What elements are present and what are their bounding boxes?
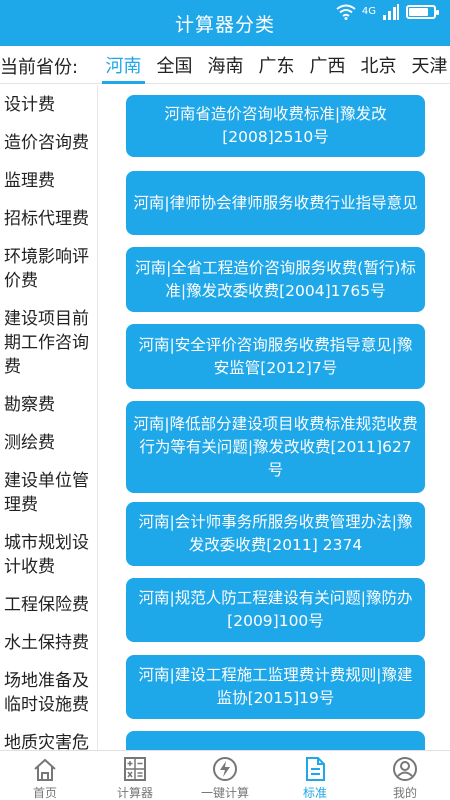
province-label: 当前省份: xyxy=(0,57,79,78)
bottom-nav: 首页 计算器 一键计算 标准 我的 xyxy=(0,750,450,800)
document-card[interactable]: 河南|安全评价咨询服务收费指导意见|豫安监管[2012]7号 xyxy=(126,324,425,389)
sidebar-item[interactable]: 测绘费 xyxy=(0,423,97,461)
province-tab[interactable]: 广西 xyxy=(302,46,353,84)
province-tab[interactable]: 河南 xyxy=(98,46,149,84)
sidebar-item[interactable]: 场地准备及临时设施费 xyxy=(0,661,97,723)
status-bar: 4G xyxy=(336,4,439,20)
province-tab[interactable]: 全国 xyxy=(149,46,200,84)
sidebar-item[interactable]: 工程保险费 xyxy=(0,585,97,623)
category-sidebar[interactable]: 设计费 造价咨询费 监理费 招标代理费 环境影响评价费 建设项目前期工作咨询费 勘察费 测绘费… xyxy=(0,85,98,750)
nav-label: 我的 xyxy=(392,786,417,800)
lightning-icon xyxy=(213,757,237,781)
sidebar-item[interactable]: 招标代理费 xyxy=(0,199,97,237)
document-card[interactable]: 河南|律师协会律师服务收费行业指导意见 xyxy=(126,171,425,235)
nav-label: 计算器 xyxy=(116,786,153,800)
calculator-icon xyxy=(124,757,146,781)
province-tab[interactable]: 海南 xyxy=(200,46,251,84)
home-icon xyxy=(34,758,56,781)
battery-icon xyxy=(406,5,439,19)
nav-label: 标准 xyxy=(302,786,327,800)
signal-icon xyxy=(383,4,399,20)
province-tabs: 河南 全国 海南 广东 广西 北京 天津 xyxy=(98,46,450,84)
province-tab[interactable]: 广东 xyxy=(251,46,302,84)
province-tab[interactable]: 天津 xyxy=(404,46,450,84)
sidebar-item[interactable]: 地质灾害危险性评估费 xyxy=(0,723,97,750)
document-list[interactable]: 河南省造价咨询收费标准|豫发改[2008]2510号 河南|律师协会律师服务收费行… xyxy=(99,85,450,750)
province-tab[interactable]: 北京 xyxy=(353,46,404,84)
sidebar-item[interactable]: 城市规划设计收费 xyxy=(0,523,97,585)
user-icon xyxy=(393,757,417,781)
nav-item[interactable]: 我的 xyxy=(360,751,450,800)
document-card[interactable]: 河南省造价咨询收费标准|豫发改[2008]2510号 xyxy=(126,95,425,157)
nav-label: 一键计算 xyxy=(200,786,249,800)
nav-item[interactable]: 标准 xyxy=(270,751,360,800)
province-bar: 当前省份: 河南 全国 海南 广东 广西 北京 天津 xyxy=(0,46,450,84)
document-card[interactable]: 河南|降低部分建设项目收费标准规范收费行为等有关问题|豫发改收费[2011]62… xyxy=(126,401,425,493)
document-card[interactable]: 河南|规范人防工程建设有关问题|豫防办[2009]100号 xyxy=(126,578,425,642)
sidebar-item[interactable]: 设计费 xyxy=(0,85,97,123)
title-bar: 计算器分类 4G xyxy=(0,0,450,46)
sidebar-item[interactable]: 水土保持费 xyxy=(0,623,97,661)
app-root: 计算器分类 4G 当前省份: 河南 全国 海南 广东 广西 北京 天津 设计费 造价咨询费 监理 xyxy=(0,0,450,800)
sidebar-item[interactable]: 造价咨询费 xyxy=(0,123,97,161)
sidebar-item[interactable]: 勘察费 xyxy=(0,385,97,423)
nav-item[interactable]: 首页 xyxy=(0,751,90,800)
wifi-icon xyxy=(336,4,356,20)
sidebar-item[interactable]: 建设单位管理费 xyxy=(0,461,97,523)
nav-item[interactable]: 计算器 xyxy=(90,751,180,800)
sidebar-item[interactable]: 环境影响评价费 xyxy=(0,237,97,299)
sidebar-item[interactable]: 建设项目前期工作咨询费 xyxy=(0,299,97,385)
nav-item[interactable]: 一键计算 xyxy=(180,751,270,800)
document-card[interactable]: 河南|全省工程造价咨询服务收费(暂行)标准|豫发改委收费[2004]1765号 xyxy=(126,247,425,312)
network-type: 4G xyxy=(361,6,376,17)
document-card[interactable]: 河南|建设工程施工监理费计费规则|豫建监协[2015]19号 xyxy=(126,655,425,719)
document-card[interactable] xyxy=(126,731,425,750)
document-icon xyxy=(306,757,325,781)
nav-label: 首页 xyxy=(32,786,57,800)
battery-level xyxy=(409,8,429,16)
document-card[interactable]: 河南|会计师事务所服务收费管理办法|豫发改委收费[2011] 2374 xyxy=(126,502,425,566)
sidebar-item[interactable]: 监理费 xyxy=(0,161,97,199)
